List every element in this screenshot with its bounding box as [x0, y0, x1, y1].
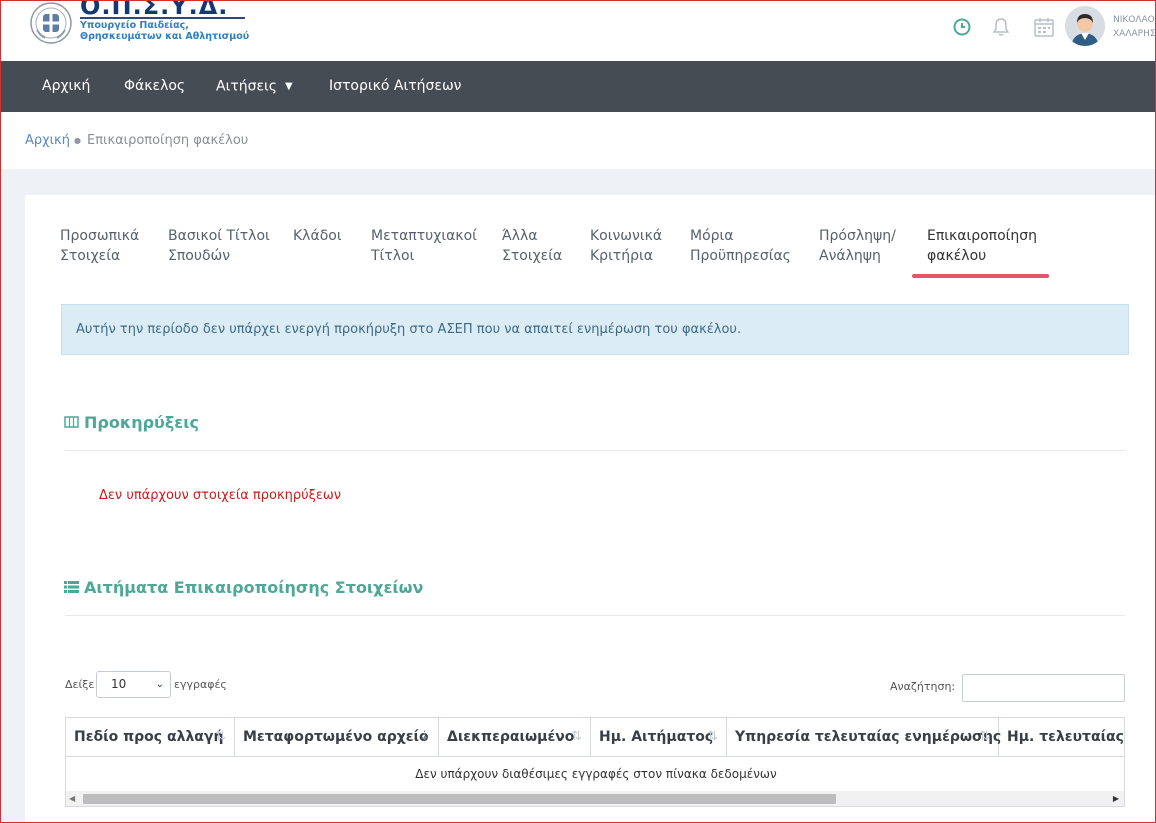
- col-label: Πεδίο προς αλλαγή: [74, 729, 224, 745]
- tab-branches[interactable]: Κλάδοι: [293, 226, 363, 246]
- sort-icon: ⇅: [707, 729, 718, 744]
- user-name[interactable]: ΝΙΚΟΛΑΟΣ ΧΑΛΑΡΗΣ: [1113, 13, 1156, 41]
- map-book-icon: [64, 416, 79, 428]
- page-size-value: 10: [111, 677, 127, 691]
- requests-title: Αιτήματα Επικαιροποίησης Στοιχείων: [84, 578, 424, 597]
- list-icon: [64, 581, 79, 593]
- scrollbar-thumb[interactable]: [83, 794, 836, 804]
- breadcrumb-home[interactable]: Αρχική: [25, 133, 70, 148]
- main-card: Προσωπικά Στοιχεία Βασικοί Τίτλοι Σπουδώ…: [25, 195, 1156, 823]
- table-empty-row: Δεν υπάρχουν διαθέσιμες εγγραφές στον πί…: [415, 767, 777, 781]
- col-last-update-date[interactable]: Ημ. τελευταίας ενημέρωσης⇅: [999, 718, 1124, 756]
- sort-icon: ⇅: [979, 729, 990, 744]
- bell-icon[interactable]: [990, 16, 1012, 38]
- chevron-down-icon: ▼: [285, 81, 293, 92]
- col-label: Μεταφορτωμένο αρχείο: [243, 729, 429, 745]
- col-request-date[interactable]: Ημ. Αιτήματος ⇅: [591, 718, 727, 756]
- col-last-update-service[interactable]: Υπηρεσία τελευταίας ενημέρωσης ⇅: [727, 718, 1002, 756]
- tab-basic-degrees[interactable]: Βασικοί Τίτλοι Σπουδών: [168, 226, 278, 266]
- nav-item-applications[interactable]: Αιτήσεις ▼: [216, 61, 293, 112]
- horizontal-scrollbar[interactable]: ◀ ▶: [66, 791, 1124, 806]
- records-label: εγγραφές: [174, 678, 227, 691]
- col-label: Ημ. Αιτήματος: [599, 729, 714, 745]
- breadcrumb: Αρχική ● Επικαιροποίηση φακέλου: [0, 112, 1156, 169]
- search-input[interactable]: [962, 674, 1125, 702]
- logo-divider: [80, 17, 245, 19]
- info-alert: Αυτήν την περίοδο δεν υπάρχει ενεργή προ…: [61, 304, 1129, 355]
- col-uploaded-file[interactable]: Μεταφορτωμένο αρχείο ⇣: [235, 718, 439, 756]
- show-label: Δείξε: [65, 678, 95, 691]
- sort-icon: ⇅: [571, 729, 582, 744]
- tab-personal[interactable]: Προσωπικά Στοιχεία: [60, 226, 160, 266]
- greek-emblem-icon: [30, 2, 72, 44]
- nav-item-folder[interactable]: Φάκελος: [124, 61, 185, 112]
- tab-social-criteria[interactable]: Κοινωνικά Κριτήρια: [590, 226, 670, 266]
- table-header: Πεδίο προς αλλαγή ⇅ Μεταφορτωμένο αρχείο ⇣…: [66, 718, 1124, 757]
- tab-postgraduate[interactable]: Μεταπτυχιακοί Τίτλοι: [371, 226, 486, 266]
- sort-icon: ⇅: [215, 729, 226, 744]
- scroll-left-icon[interactable]: ◀: [69, 791, 75, 806]
- requests-heading: Αιτήματα Επικαιροποίησης Στοιχείων: [64, 578, 423, 597]
- col-label: Υπηρεσία τελευταίας ενημέρωσης: [735, 729, 1002, 745]
- announcements-divider: [65, 450, 1125, 451]
- user-avatar-icon: [1065, 6, 1105, 46]
- col-processed[interactable]: Διεκπεραιωμένο ⇅: [439, 718, 591, 756]
- announcements-heading: Προκηρύξεις: [64, 413, 199, 432]
- tab-folder-update[interactable]: Επικαιροποίηση φακέλου: [927, 226, 1047, 266]
- breadcrumb-current: Επικαιροποίηση φακέλου: [87, 133, 249, 148]
- active-tab-indicator: [912, 274, 1049, 278]
- tab-other-info[interactable]: Άλλα Στοιχεία: [502, 226, 572, 266]
- requests-divider: [65, 615, 1125, 616]
- search-label: Αναζήτηση:: [890, 680, 956, 693]
- scroll-right-icon[interactable]: ▶: [1113, 791, 1119, 806]
- nav-item-applications-label: Αιτήσεις: [216, 78, 278, 95]
- col-field-to-change[interactable]: Πεδίο προς αλλαγή ⇅: [66, 718, 235, 756]
- col-label: Ημ. τελευταίας ενημέρωσης: [1007, 729, 1124, 745]
- nav-item-home[interactable]: Αρχική: [42, 61, 90, 112]
- requests-table: Πεδίο προς αλλαγή ⇅ Μεταφορτωμένο αρχείο ⇣…: [65, 717, 1125, 807]
- calendar-icon[interactable]: [1033, 16, 1055, 38]
- clock-icon[interactable]: [951, 16, 973, 38]
- user-avatar[interactable]: [1065, 6, 1105, 46]
- col-label: Διεκπεραιωμένο: [447, 729, 575, 745]
- tab-experience-points[interactable]: Μόρια Προϋπηρεσίας: [690, 226, 800, 266]
- top-header: Ο.Π.Σ.Υ.Δ. Υπουργείο Παιδείας, Θρησκευμά…: [0, 0, 1156, 61]
- logo[interactable]: Ο.Π.Σ.Υ.Δ. Υπουργείο Παιδείας, Θρησκευμά…: [30, 0, 250, 50]
- nav-item-history[interactable]: Ιστορικό Αιτήσεων: [329, 61, 462, 112]
- breadcrumb-separator: ●: [74, 136, 81, 145]
- chevron-down-icon: ⌄: [155, 679, 164, 690]
- sort-desc-icon: ⇣: [419, 729, 430, 744]
- main-nav: Αρχική Φάκελος Αιτήσεις ▼ Ιστορικό Αιτήσε…: [0, 61, 1156, 112]
- page-size-select[interactable]: 10 ⌄: [96, 671, 171, 698]
- tab-hiring[interactable]: Πρόσληψη/ Ανάληψη: [819, 226, 909, 266]
- announcements-empty: Δεν υπάρχουν στοιχεία προκηρύξεων: [99, 488, 342, 503]
- logo-subtitle: Υπουργείο Παιδείας, Θρησκευμάτων και Αθλ…: [80, 20, 250, 42]
- announcements-title: Προκηρύξεις: [84, 413, 199, 432]
